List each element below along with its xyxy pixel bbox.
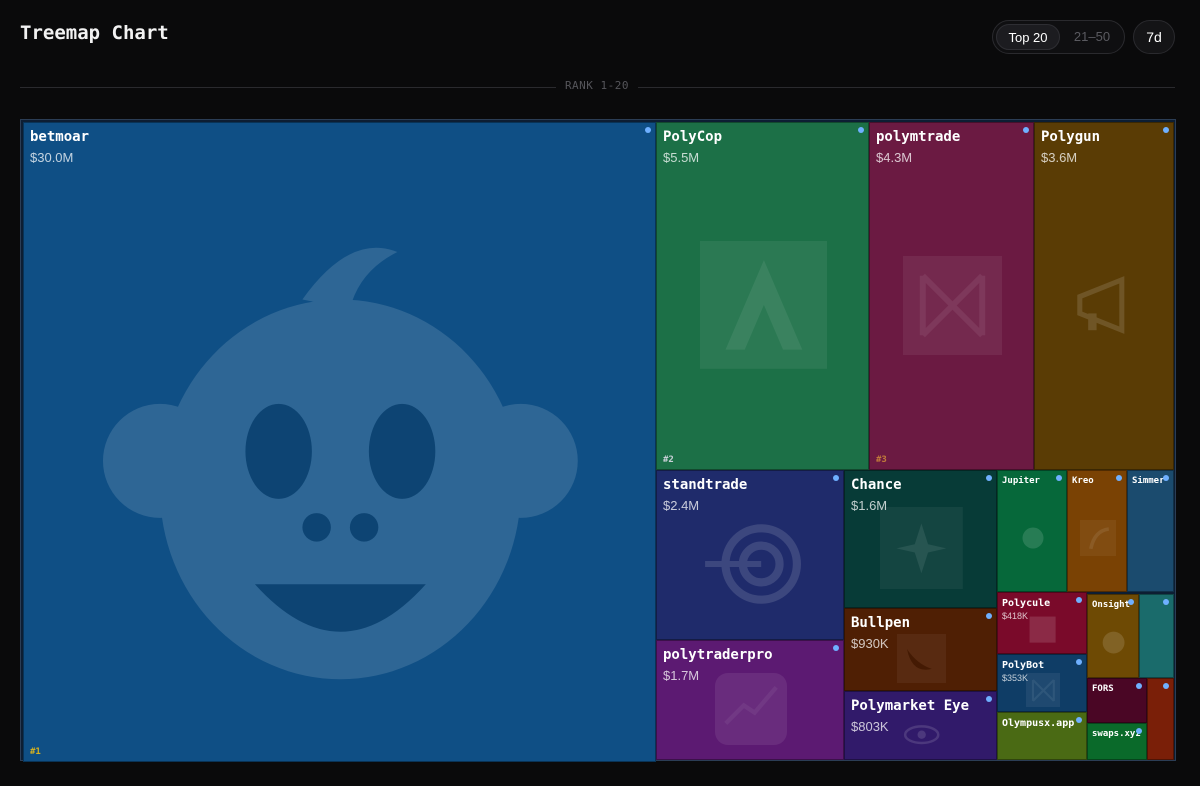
k-icon xyxy=(1080,520,1116,556)
rank-filter-toggle: Top 20 21–50 xyxy=(992,20,1125,54)
tile-status-dot xyxy=(1136,728,1142,734)
tile-name: swaps.xyz xyxy=(1092,729,1141,739)
tile-value: $803K xyxy=(851,719,889,734)
tile-value: $418K xyxy=(1002,611,1029,621)
tile-status-dot xyxy=(1076,597,1082,603)
treemap-tile-jupiter[interactable]: Jupiter xyxy=(997,470,1067,592)
tile-status-dot xyxy=(1136,683,1142,689)
treemap-tile-betmoar[interactable]: betmoar $30.0M #1 xyxy=(23,122,656,762)
divider-right xyxy=(638,87,1175,88)
rank-range-label: RANK 1-20 xyxy=(564,79,630,92)
tile-status-dot xyxy=(833,645,839,651)
tile-status-dot xyxy=(1163,683,1169,689)
treemap-tile-polymtrade[interactable]: polymtrade $4.3M #3 xyxy=(869,122,1034,470)
tile-status-dot xyxy=(1163,599,1169,605)
filter-21-50-button[interactable]: 21–50 xyxy=(1063,24,1121,50)
square-icon xyxy=(1024,611,1061,648)
tile-status-dot xyxy=(986,475,992,481)
tile-name: PolyBot xyxy=(1002,660,1045,671)
tile-name: Polycule xyxy=(1002,598,1051,609)
treemap-tile-polycop[interactable]: PolyCop $5.5M #2 xyxy=(656,122,869,470)
treemap-tile-standtrade[interactable]: standtrade $2.4M xyxy=(656,470,844,640)
treemap-tile-fors[interactable]: FORS xyxy=(1087,678,1147,723)
tile-status-dot xyxy=(1023,127,1029,133)
tile-status-dot xyxy=(1116,475,1122,481)
treemap-tile-polytraderpro[interactable]: polytraderpro $1.7M xyxy=(656,640,844,760)
tile-value: $3.6M xyxy=(1041,150,1078,165)
tile-name: Chance xyxy=(851,477,902,493)
treemap-tile-chance[interactable]: Chance $1.6M xyxy=(844,470,997,608)
tile-name: betmoar xyxy=(30,129,90,145)
treemap-tile-rank-15[interactable] xyxy=(1139,594,1174,678)
treemap-tile-olympusx-app[interactable]: Olympusx.app xyxy=(997,712,1087,760)
tile-name: Olympusx.app xyxy=(1002,718,1075,729)
tile-rank-badge: #1 xyxy=(30,747,41,757)
tile-name: Simmer xyxy=(1132,476,1165,486)
treemap-tile-polymarket-eye[interactable]: Polymarket Eye $803K xyxy=(844,691,997,760)
treemap-tile-swaps-xyz[interactable]: swaps.xyz xyxy=(1087,723,1147,760)
chart-up-icon xyxy=(715,673,787,745)
tile-name: Bullpen xyxy=(851,615,911,631)
tile-status-dot xyxy=(986,696,992,702)
bowtie-icon xyxy=(903,255,1002,355)
tile-status-dot xyxy=(858,127,864,133)
tile-name: PolyCop xyxy=(663,129,723,145)
tile-status-dot xyxy=(986,613,992,619)
tile-status-dot xyxy=(1163,475,1169,481)
tile-name: Onsight xyxy=(1092,600,1130,610)
treemap-tile-simmer[interactable]: Simmer xyxy=(1127,470,1174,592)
tile-status-dot xyxy=(645,127,651,133)
tile-status-dot xyxy=(1076,659,1082,665)
treemap-tile-bullpen[interactable]: Bullpen $930K xyxy=(844,608,997,691)
tile-status-dot xyxy=(1076,717,1082,723)
tile-status-dot xyxy=(1163,127,1169,133)
tile-name: polytraderpro xyxy=(663,647,773,663)
tile-name: polymtrade xyxy=(876,129,961,145)
page-title: Treemap Chart xyxy=(20,22,169,44)
tile-name: Polymarket Eye xyxy=(851,698,970,714)
bowtie-icon xyxy=(1025,672,1061,708)
tile-value: $30.0M xyxy=(30,150,74,165)
treemap-chart: betmoar $30.0M #1 PolyCop $5.5M #2 polymtrade $… xyxy=(20,119,1176,762)
tile-name: Jupiter xyxy=(1002,476,1040,486)
letter-a-icon xyxy=(699,241,828,369)
tile-name: standtrade xyxy=(663,477,748,493)
treemap-tile-polygun[interactable]: Polygun $3.6M xyxy=(1034,122,1174,470)
tile-rank-badge: #2 xyxy=(663,455,674,465)
tile-name: FORS xyxy=(1092,684,1114,694)
leaf-star-icon xyxy=(880,506,963,590)
tile-status-dot xyxy=(833,475,839,481)
tile-status-dot xyxy=(1056,475,1062,481)
planet-icon xyxy=(1012,517,1054,559)
tile-value: $5.5M xyxy=(663,150,700,165)
monkey-icon xyxy=(103,214,578,689)
tile-value: $1.6M xyxy=(851,498,888,513)
tile-value: $353K xyxy=(1002,673,1029,683)
megaphone-icon xyxy=(1063,263,1147,347)
filter-top-20-button[interactable]: Top 20 xyxy=(996,24,1060,50)
horns-icon xyxy=(896,633,947,684)
tile-rank-badge: #3 xyxy=(876,455,887,465)
tile-name: Kreo xyxy=(1072,476,1094,486)
eye-icon xyxy=(901,714,942,755)
tile-value: $930K xyxy=(851,636,889,651)
tile-value: $2.4M xyxy=(663,498,700,513)
treemap-tile-kreo[interactable]: Kreo xyxy=(1067,470,1127,592)
treemap-tile-rank-18[interactable] xyxy=(1147,678,1174,760)
tile-name: Polygun xyxy=(1041,129,1101,145)
divider-left xyxy=(20,87,556,88)
target-icon xyxy=(700,513,802,615)
treemap-tile-polycule[interactable]: Polycule $418K xyxy=(997,592,1087,654)
tile-status-dot xyxy=(1128,599,1134,605)
tile-value: $4.3M xyxy=(876,150,913,165)
treemap-tile-polybot[interactable]: PolyBot $353K xyxy=(997,654,1087,712)
period-select-button[interactable]: 7d xyxy=(1133,20,1175,54)
tile-value: $1.7M xyxy=(663,668,700,683)
treemap-tile-onsight[interactable]: Onsight xyxy=(1087,594,1139,678)
face-icon xyxy=(1098,627,1129,658)
